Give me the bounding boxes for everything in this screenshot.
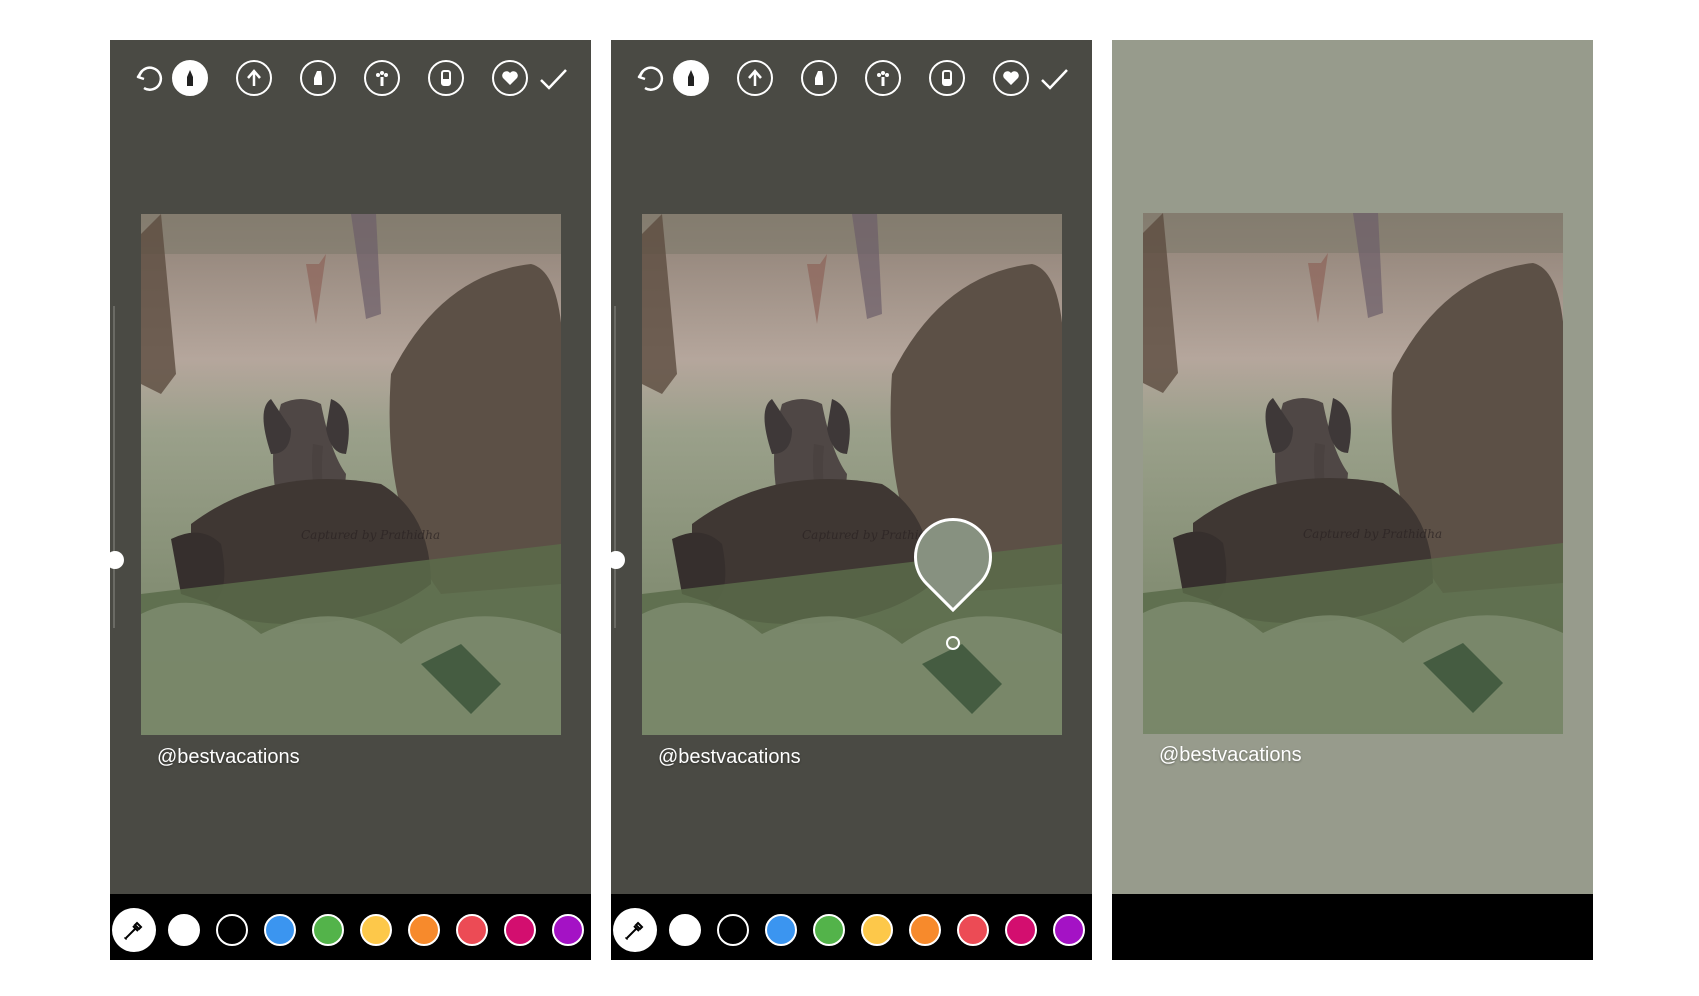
- brush-size-slider-handle[interactable]: [611, 551, 625, 569]
- swatch-white[interactable]: [669, 914, 701, 946]
- story-photo: Captured by Prathidha: [141, 214, 561, 735]
- caption-text[interactable]: @bestvacations: [157, 746, 300, 769]
- neon-icon[interactable]: [364, 60, 400, 96]
- brush-size-slider-track[interactable]: [614, 306, 616, 628]
- checkmark-icon[interactable]: [1037, 62, 1071, 96]
- swatch-black[interactable]: [717, 914, 749, 946]
- editor-panel-picking: Captured by Prathidha @bestvacations: [611, 40, 1092, 960]
- swatch-orange[interactable]: [408, 914, 440, 946]
- sticker-heart-icon[interactable]: [993, 60, 1029, 96]
- result-panel: Captured by Prathidha @bestvacations: [1112, 40, 1593, 960]
- brush-size-slider-handle[interactable]: [110, 551, 124, 569]
- eyedropper-icon[interactable]: [112, 908, 156, 952]
- swatch-purple[interactable]: [552, 914, 584, 946]
- pen-icon[interactable]: [673, 60, 709, 96]
- photo-watermark: Captured by Prathidha: [1303, 527, 1442, 541]
- bottom-bar: [1112, 894, 1593, 960]
- draw-toolbar: [611, 54, 1092, 102]
- eraser-icon[interactable]: [929, 60, 965, 96]
- swatch-red[interactable]: [456, 914, 488, 946]
- eraser-icon[interactable]: [428, 60, 464, 96]
- arrow-pen-icon[interactable]: [236, 60, 272, 96]
- swatch-magenta[interactable]: [1005, 914, 1037, 946]
- marker-icon[interactable]: [801, 60, 837, 96]
- color-palette: [611, 894, 1092, 960]
- draw-toolbar: [110, 54, 591, 102]
- swatch-orange[interactable]: [909, 914, 941, 946]
- eyedropper-icon[interactable]: [613, 908, 657, 952]
- brush-size-slider-track[interactable]: [113, 306, 115, 628]
- swatch-yellow[interactable]: [861, 914, 893, 946]
- sticker-heart-icon[interactable]: [492, 60, 528, 96]
- checkmark-icon[interactable]: [536, 62, 570, 96]
- swatch-purple[interactable]: [1053, 914, 1085, 946]
- caption-text[interactable]: @bestvacations: [658, 746, 801, 769]
- color-picker-target[interactable]: [946, 636, 960, 650]
- caption-text[interactable]: @bestvacations: [1159, 744, 1302, 767]
- marker-icon[interactable]: [300, 60, 336, 96]
- story-photo: Captured by Prathidha: [1143, 213, 1563, 734]
- undo-icon[interactable]: [132, 62, 166, 96]
- editor-panel-before: Captured by Prathidha @bestvacations: [110, 40, 591, 960]
- swatch-green[interactable]: [312, 914, 344, 946]
- swatch-white[interactable]: [168, 914, 200, 946]
- photo-watermark: Captured by Prathidha: [301, 528, 440, 542]
- swatch-black[interactable]: [216, 914, 248, 946]
- arrow-pen-icon[interactable]: [737, 60, 773, 96]
- swatch-yellow[interactable]: [360, 914, 392, 946]
- swatch-red[interactable]: [957, 914, 989, 946]
- swatch-green[interactable]: [813, 914, 845, 946]
- color-palette: [110, 894, 591, 960]
- story-photo: Captured by Prathidha: [642, 214, 1062, 735]
- swatch-blue[interactable]: [765, 914, 797, 946]
- neon-icon[interactable]: [865, 60, 901, 96]
- swatch-blue[interactable]: [264, 914, 296, 946]
- undo-icon[interactable]: [633, 62, 667, 96]
- pen-icon[interactable]: [172, 60, 208, 96]
- swatch-magenta[interactable]: [504, 914, 536, 946]
